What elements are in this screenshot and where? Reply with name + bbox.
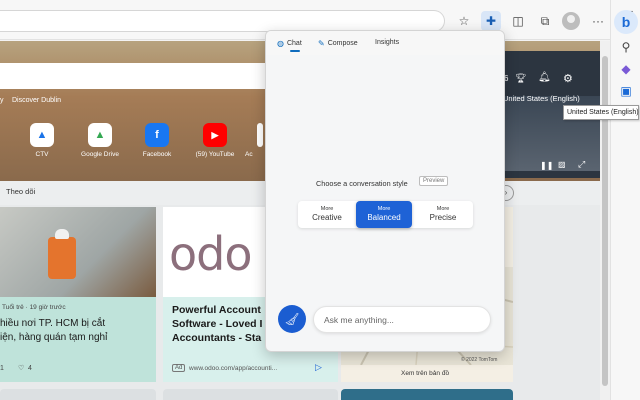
- drive-icon: ▲: [88, 123, 112, 147]
- ad-title-line1: Powerful Account: [172, 304, 261, 316]
- shopping-icon[interactable]: ◆: [617, 60, 635, 78]
- ad-url[interactable]: www.odoo.com/app/accounti...: [189, 365, 277, 372]
- new-topic-broom-icon[interactable]: 🧹︎: [278, 305, 306, 333]
- news-source: Tuổi trẻ · 19 giờ trước: [2, 304, 66, 311]
- profile-icon[interactable]: [562, 12, 580, 30]
- chat-icon: ◍: [277, 39, 284, 48]
- news-title-line2: iện, hàng quán tạm nghỉ: [0, 332, 108, 343]
- page-scrollbar[interactable]: [600, 41, 610, 400]
- address-bar[interactable]: [0, 10, 445, 32]
- edge-sidebar: — b ⚲ ◆ ▣: [610, 0, 640, 400]
- like-count[interactable]: 1: [0, 365, 4, 372]
- rewards-icon[interactable]: 🏆︎: [515, 73, 526, 84]
- quick-link-partial[interactable]: Ac: [245, 123, 265, 158]
- comment-icon[interactable]: ♡: [18, 364, 24, 372]
- quick-link-label: Ac: [245, 151, 253, 158]
- conversation-style-label: Choose a conversation style: [316, 179, 408, 188]
- star-icon[interactable]: ☆: [455, 12, 473, 30]
- ad-title-line3: Accountants - Sta: [172, 332, 262, 344]
- drive-icon: ▲: [30, 123, 54, 147]
- worker-figure: [48, 237, 76, 279]
- ad-title-line2: Software - Loved I: [172, 318, 263, 330]
- style-name: Creative: [312, 213, 342, 222]
- style-name: Balanced: [367, 213, 401, 222]
- next-card-peek: [163, 389, 338, 400]
- tab-label: Insights: [375, 39, 400, 46]
- panel-tabs: ◍ Chat ✎ Compose Insights: [266, 31, 504, 55]
- ad-choices-icon[interactable]: ▷: [315, 362, 322, 373]
- outlook-icon[interactable]: ▣: [617, 82, 635, 100]
- bing-icon[interactable]: b: [614, 10, 638, 34]
- preview-badge: Preview: [419, 176, 449, 186]
- facebook-icon: f: [145, 123, 169, 147]
- tab-chat[interactable]: ◍ Chat: [277, 39, 302, 48]
- tab-label: Compose: [327, 40, 358, 47]
- image-info-icon[interactable]: ▨: [558, 160, 566, 169]
- quick-link-facebook[interactable]: f Facebook: [137, 123, 177, 158]
- quick-link-label: Facebook: [142, 151, 172, 158]
- bing-chat-panel: ◍ Chat ✎ Compose Insights Choose a conve…: [265, 30, 505, 352]
- next-card-peek: [341, 389, 513, 400]
- notifications-icon[interactable]: 🔔︎: [538, 72, 551, 83]
- more-icon[interactable]: ···: [589, 12, 607, 30]
- tab-insights[interactable]: Insights: [375, 39, 399, 46]
- news-title-line1: hiều nơi TP. HCM bị cắt: [0, 318, 106, 329]
- youtube-icon: ▶: [203, 123, 227, 147]
- tab-compose[interactable]: ✎ Compose: [318, 39, 358, 48]
- pause-icon[interactable]: ❚❚: [540, 161, 553, 170]
- style-prefix: More: [320, 206, 334, 212]
- style-name: Precise: [429, 213, 457, 222]
- map-copyright: © 2022 TomTom: [461, 357, 498, 363]
- style-prefix: More: [436, 206, 450, 212]
- search-icon[interactable]: ⚲: [617, 38, 635, 56]
- quick-link-youtube[interactable]: ▶ (59) YouTube: [195, 123, 235, 158]
- quick-link-icon: [257, 123, 263, 147]
- style-creative-button[interactable]: More Creative: [300, 201, 354, 228]
- news-card[interactable]: Tuổi trẻ · 19 giờ trước hiều nơi TP. HCM…: [0, 207, 156, 382]
- quick-link-label: CTV: [35, 151, 49, 158]
- hero-letter: y: [0, 97, 4, 104]
- next-card-peek: [0, 389, 156, 400]
- helmet: [55, 229, 69, 239]
- chat-input[interactable]: Ask me anything...: [313, 306, 491, 333]
- odoo-logo: odo: [169, 227, 252, 281]
- style-prefix: More: [377, 206, 391, 212]
- comment-count[interactable]: 4: [28, 365, 32, 372]
- compose-icon: ✎: [318, 39, 325, 48]
- view-on-map-link[interactable]: Xem trên bản đồ: [401, 370, 449, 377]
- quick-link-label: (59) YouTube: [195, 151, 235, 158]
- collections-icon[interactable]: ⧉: [536, 12, 554, 30]
- quick-link-google-drive[interactable]: ▲ Google Drive: [80, 123, 120, 158]
- page-search-box[interactable]: [0, 63, 265, 89]
- quick-link-label: Google Drive: [81, 151, 119, 158]
- news-image: [0, 207, 156, 297]
- ad-badge: Ad: [172, 364, 186, 372]
- extensions-icon[interactable]: ✚: [481, 11, 501, 31]
- quick-link-ctv[interactable]: ▲ CTV: [22, 123, 62, 158]
- active-tab-indicator: [290, 50, 300, 52]
- split-screen-icon[interactable]: ◫: [509, 12, 527, 30]
- style-balanced-button[interactable]: More Balanced: [356, 201, 412, 228]
- tab-label: Chat: [286, 40, 302, 47]
- settings-gear-icon[interactable]: ⚙: [563, 72, 573, 85]
- style-precise-button[interactable]: More Precise: [415, 201, 471, 228]
- fullscreen-icon[interactable]: ⤢: [578, 159, 585, 170]
- follow-label[interactable]: Theo dõi: [6, 187, 35, 196]
- region-tooltip: United States (English): [563, 105, 639, 120]
- conversation-style-selector: More Creative More Balanced More Precise: [298, 201, 473, 228]
- region-label[interactable]: United States (English): [503, 94, 580, 103]
- hero-location-link[interactable]: Discover Dublin: [12, 97, 61, 104]
